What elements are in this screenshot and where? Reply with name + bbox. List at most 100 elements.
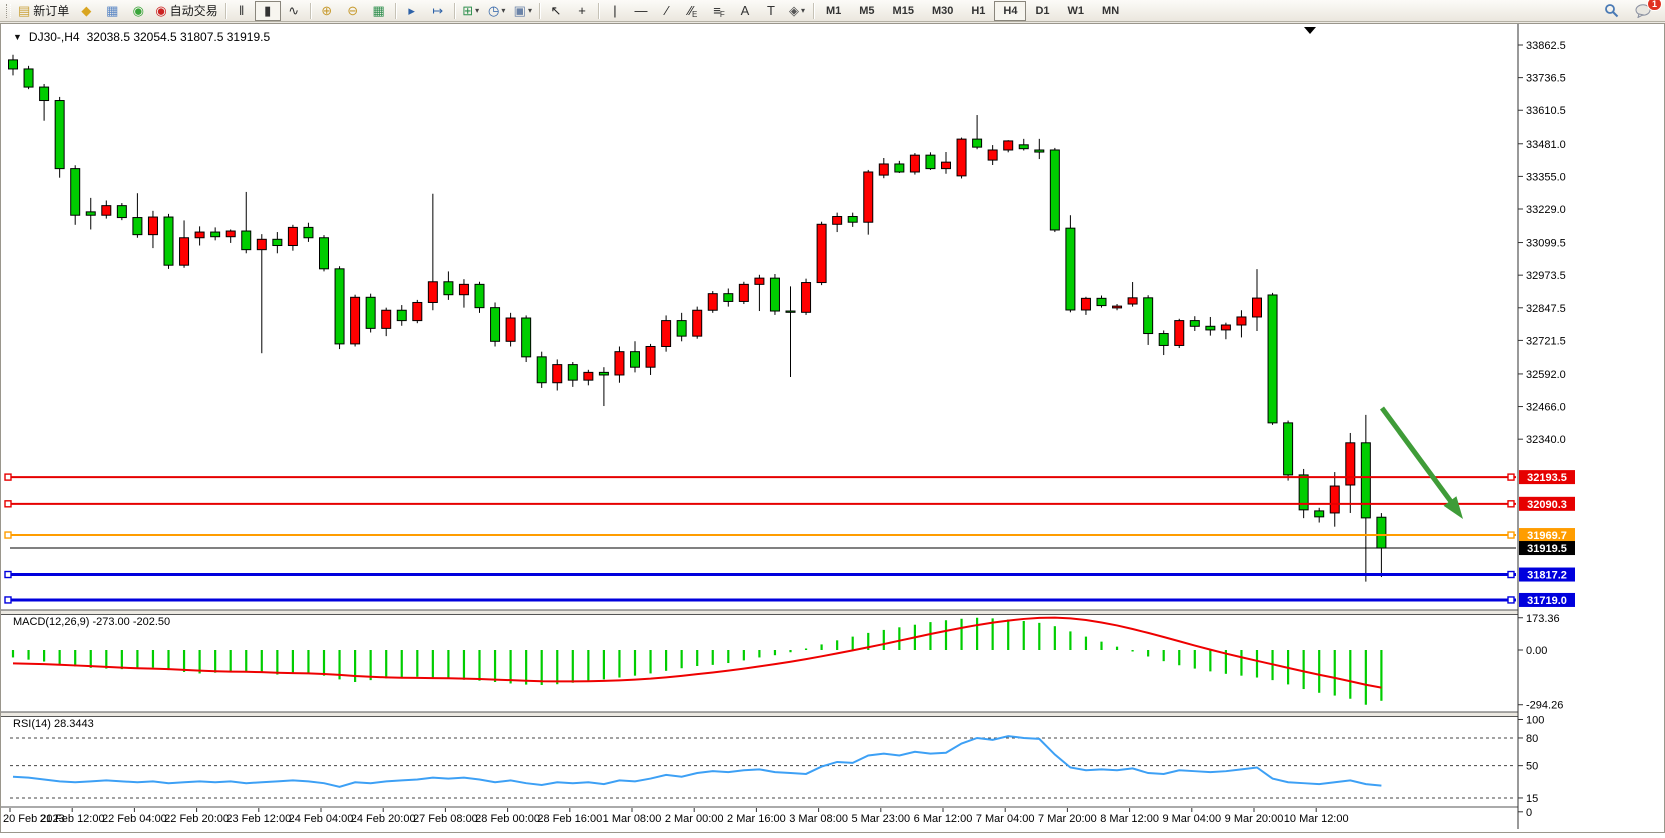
- chart-canvas[interactable]: 33862.533736.533610.533481.033355.033229…: [0, 23, 1665, 838]
- timeframe-d1[interactable]: D1: [1026, 1, 1058, 21]
- chart-shift-button[interactable]: ↦: [425, 1, 451, 21]
- candle-body: [195, 232, 204, 238]
- date-tick-label: 22 Feb 04:00: [102, 813, 167, 825]
- price-tick-label: 33355.0: [1526, 171, 1566, 183]
- signals-button[interactable]: ◉: [125, 1, 151, 21]
- candle-body: [926, 155, 935, 168]
- cursor-button[interactable]: ↖: [543, 1, 569, 21]
- macd-tick-label: -294.26: [1526, 700, 1563, 712]
- chevron-down-icon[interactable]: ▾: [475, 6, 479, 15]
- candle-body: [879, 164, 888, 175]
- timeframe-h1[interactable]: H1: [962, 1, 994, 21]
- line-anchor-marker[interactable]: [1508, 532, 1514, 538]
- charts-window-button[interactable]: ▦: [99, 1, 125, 21]
- zoom-in-icon: ⊕: [321, 4, 332, 17]
- timeframe-h4[interactable]: H4: [994, 1, 1026, 21]
- candle-body: [568, 365, 577, 381]
- candle-body: [1237, 317, 1246, 325]
- crosshair-button[interactable]: +: [569, 1, 595, 21]
- timeframe-m1[interactable]: M1: [817, 1, 850, 21]
- timeframe-m15[interactable]: M15: [884, 1, 923, 21]
- price-tick-label: 33610.5: [1526, 105, 1566, 117]
- candle-body: [631, 352, 640, 368]
- line-anchor-marker[interactable]: [1508, 474, 1514, 480]
- candle-body: [833, 217, 842, 225]
- line-chart-icon: ∿: [288, 4, 299, 17]
- chart-dropdown-icon[interactable]: ▼: [13, 32, 22, 42]
- bar-chart-button[interactable]: ‖: [229, 1, 255, 21]
- price-tick-label: 32847.5: [1526, 303, 1566, 315]
- line-anchor-marker[interactable]: [5, 532, 11, 538]
- price-tick-label: 33099.5: [1526, 238, 1566, 250]
- auto-scroll-button[interactable]: ▸: [399, 1, 425, 21]
- line-anchor-marker[interactable]: [1508, 572, 1514, 578]
- channel-button[interactable]: ∕∕E: [680, 1, 706, 21]
- candle-body: [226, 231, 235, 237]
- chart-title: ▼ DJ30-,H4 32038.5 32054.5 31807.5 31919…: [13, 30, 270, 44]
- timeframe-m5[interactable]: M5: [850, 1, 883, 21]
- horizontal-line-button[interactable]: —: [628, 1, 654, 21]
- candle-body: [1066, 228, 1075, 310]
- deposit-button[interactable]: ◆: [73, 1, 99, 21]
- zoom-out-button[interactable]: ⊖: [340, 1, 366, 21]
- chevron-down-icon[interactable]: ▾: [801, 6, 805, 15]
- timeframe-h1-label: H1: [966, 5, 990, 17]
- timeframe-m30[interactable]: M30: [923, 1, 962, 21]
- line-chart-button[interactable]: ∿: [281, 1, 307, 21]
- macd-tick-label: 0.00: [1526, 645, 1547, 657]
- candle-body: [1315, 511, 1324, 517]
- crosshair-icon: +: [578, 4, 586, 17]
- tile-windows-button[interactable]: ▦: [366, 1, 392, 21]
- search-icon: [1604, 3, 1619, 18]
- candle-body: [864, 172, 873, 222]
- candle-body: [522, 318, 531, 357]
- new-order-button[interactable]: ▤新订单: [14, 1, 73, 21]
- notifications-button[interactable]: 1: [1630, 1, 1656, 21]
- date-tick-label: 9 Mar 20:00: [1225, 813, 1284, 825]
- panel-separator[interactable]: [0, 712, 1518, 717]
- vertical-line-button[interactable]: |: [602, 1, 628, 21]
- zoom-in-button[interactable]: ⊕: [314, 1, 340, 21]
- indicators-button[interactable]: ⊞▾: [458, 1, 484, 21]
- support-line-blue-1-price-flag: 31817.2: [1519, 568, 1575, 582]
- resistance-line-2-price-flag: 32090.3: [1519, 497, 1575, 511]
- candle-body: [553, 365, 562, 383]
- periods-button[interactable]: ◷▾: [484, 1, 510, 21]
- rsi-tick-label: 15: [1526, 793, 1538, 805]
- text-button[interactable]: A: [732, 1, 758, 21]
- candlestick-chart-button[interactable]: ▮: [255, 1, 281, 21]
- timeframe-mn[interactable]: MN: [1093, 1, 1128, 21]
- chevron-down-icon[interactable]: ▾: [501, 6, 505, 15]
- template-icon: ▣: [514, 4, 526, 17]
- hline-icon: —: [634, 4, 647, 17]
- fibonacci-button[interactable]: ≡F: [706, 1, 732, 21]
- svg-text:31969.7: 31969.7: [1527, 530, 1567, 542]
- candle-body: [55, 101, 64, 169]
- autotrading-button[interactable]: ◉自动交易: [151, 1, 221, 21]
- date-tick-label: 24 Feb 04:00: [289, 813, 354, 825]
- candle-body: [71, 169, 80, 216]
- date-tick-label: 21 Feb 12:00: [40, 813, 105, 825]
- line-anchor-marker[interactable]: [5, 501, 11, 507]
- chart-ohlc-values: 32038.5 32054.5 31807.5 31919.5: [87, 30, 271, 44]
- panel-separator[interactable]: [0, 610, 1518, 615]
- trendline-button[interactable]: ∕: [654, 1, 680, 21]
- templates-button[interactable]: ▣▾: [510, 1, 536, 21]
- candle-body: [848, 217, 857, 223]
- line-anchor-marker[interactable]: [1508, 501, 1514, 507]
- line-anchor-marker[interactable]: [5, 474, 11, 480]
- rsi-tick-label: 80: [1526, 733, 1538, 745]
- arrows-button[interactable]: ◈▾: [784, 1, 810, 21]
- line-anchor-marker[interactable]: [1508, 597, 1514, 603]
- candle-body: [1004, 141, 1013, 150]
- chevron-down-icon[interactable]: ▾: [528, 6, 532, 15]
- search-button[interactable]: [1598, 1, 1624, 21]
- text-label-button[interactable]: T: [758, 1, 784, 21]
- timeframe-w1[interactable]: W1: [1059, 1, 1094, 21]
- date-tick-label: 22 Feb 20:00: [164, 813, 229, 825]
- vline-icon: |: [613, 4, 616, 17]
- line-anchor-marker[interactable]: [5, 572, 11, 578]
- line-anchor-marker[interactable]: [5, 597, 11, 603]
- toolbar-separator: [395, 3, 396, 19]
- shapes-icon: ◈: [789, 4, 799, 17]
